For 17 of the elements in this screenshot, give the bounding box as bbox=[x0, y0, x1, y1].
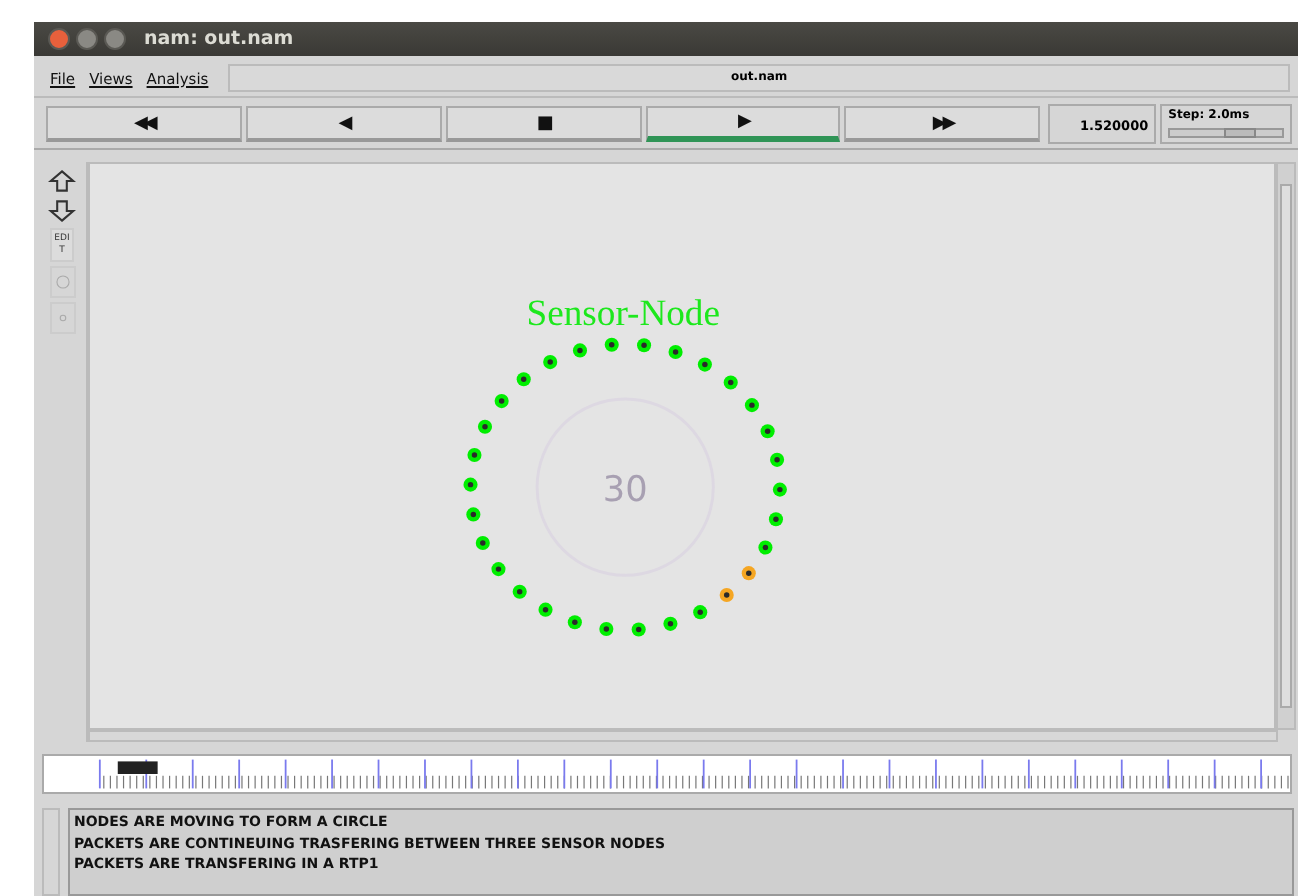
close-icon[interactable] bbox=[48, 28, 70, 50]
timeline[interactable] bbox=[42, 754, 1292, 794]
step-slider[interactable] bbox=[1168, 128, 1285, 138]
slider-thumb[interactable] bbox=[1223, 128, 1256, 138]
transport-button[interactable]: ▶ bbox=[645, 106, 841, 142]
minimize-icon[interactable] bbox=[76, 28, 98, 50]
canvas-title: Sensor-Node bbox=[526, 292, 720, 335]
window-title: nam: out.nam bbox=[144, 28, 294, 50]
maximize-icon[interactable] bbox=[104, 28, 126, 50]
center-label: 30 bbox=[602, 470, 648, 511]
transport-button[interactable]: ■ bbox=[445, 106, 642, 142]
transport-button[interactable]: ▶▶ bbox=[844, 106, 1041, 142]
horizontal-scrollbar[interactable] bbox=[88, 730, 1278, 742]
scrollbar[interactable] bbox=[42, 808, 60, 896]
vertical-scrollbar[interactable] bbox=[1276, 162, 1296, 730]
transport-button[interactable]: ◀ bbox=[245, 106, 442, 142]
transport-button[interactable]: ◀◀ bbox=[46, 106, 242, 142]
